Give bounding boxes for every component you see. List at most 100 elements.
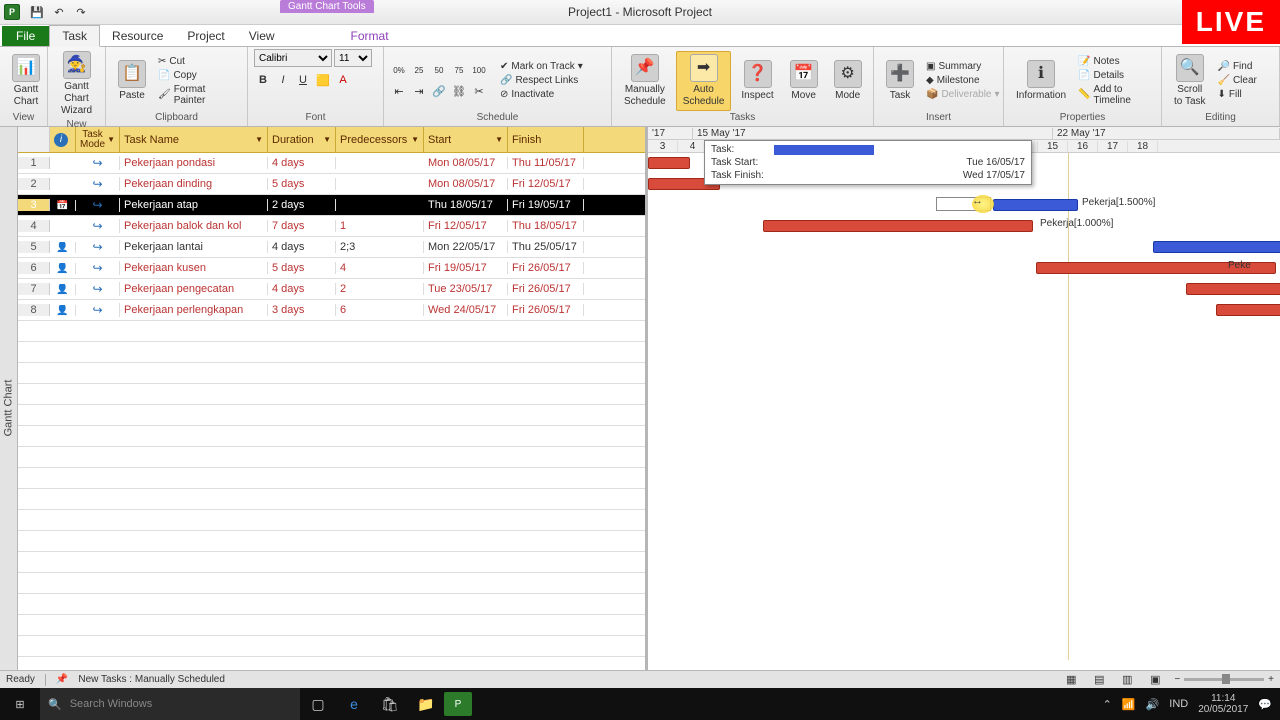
qat-undo-icon[interactable]: ↶ bbox=[50, 3, 68, 21]
format-painter-button[interactable]: 🖌Format Painter bbox=[156, 83, 241, 107]
project-taskbar-icon[interactable]: P bbox=[444, 692, 472, 716]
col-info[interactable]: i bbox=[50, 127, 76, 152]
table-row[interactable]: 3 📅 ↪ Pekerjaan atap 2 days Thu 18/05/17… bbox=[18, 195, 645, 216]
table-row-empty[interactable] bbox=[18, 447, 645, 468]
table-row-empty[interactable] bbox=[18, 363, 645, 384]
scroll-to-task-button[interactable]: 🔍Scroll to Task bbox=[1168, 52, 1212, 110]
pct100-button[interactable]: 100 bbox=[470, 61, 488, 79]
row-name[interactable]: Pekerjaan kusen bbox=[120, 262, 268, 274]
row-finish[interactable]: Thu 11/05/17 bbox=[508, 157, 584, 169]
font-name-select[interactable]: Calibri bbox=[254, 49, 332, 67]
qat-save-icon[interactable]: 💾 bbox=[28, 3, 46, 21]
col-duration[interactable]: Duration▼ bbox=[268, 127, 336, 152]
mode-button[interactable]: ⚙Mode bbox=[828, 58, 868, 104]
row-predecessors[interactable]: 2;3 bbox=[336, 241, 424, 253]
table-row-empty[interactable] bbox=[18, 426, 645, 447]
row-finish[interactable]: Fri 12/05/17 bbox=[508, 178, 584, 190]
row-name[interactable]: Pekerjaan pengecatan bbox=[120, 283, 268, 295]
row-num[interactable]: 2 bbox=[18, 178, 50, 190]
timeline-button[interactable]: 📏Add to Timeline bbox=[1076, 83, 1155, 107]
tab-task[interactable]: Task bbox=[49, 25, 100, 47]
table-row[interactable]: 2 ↪ Pekerjaan dinding 5 days Mon 08/05/1… bbox=[18, 174, 645, 195]
row-start[interactable]: Mon 08/05/17 bbox=[424, 178, 508, 190]
row-finish[interactable]: Fri 26/05/17 bbox=[508, 262, 584, 274]
unlink-button[interactable]: ⛓ bbox=[450, 82, 468, 100]
pct0-button[interactable]: 0% bbox=[390, 61, 408, 79]
row-num[interactable]: 5 bbox=[18, 241, 50, 253]
bar-task-7[interactable] bbox=[1186, 283, 1280, 295]
row-name[interactable]: Pekerjaan lantai bbox=[120, 241, 268, 253]
row-start[interactable]: Thu 18/05/17 bbox=[424, 199, 508, 211]
zoom-out-icon[interactable]: − bbox=[1174, 674, 1180, 685]
tray-up-icon[interactable]: ⌃ bbox=[1103, 698, 1112, 711]
zoom-slider[interactable]: − + bbox=[1174, 674, 1274, 685]
row-duration[interactable]: 3 days bbox=[268, 304, 336, 316]
table-row-empty[interactable] bbox=[18, 384, 645, 405]
fill-button[interactable]: ⬇Fill bbox=[1216, 88, 1259, 101]
deliverable-button[interactable]: 📦Deliverable ▾ bbox=[924, 88, 1002, 101]
inactivate-button[interactable]: ⊘Inactivate bbox=[498, 88, 585, 101]
paste-button[interactable]: 📋Paste bbox=[112, 58, 152, 104]
col-start[interactable]: Start▼ bbox=[424, 127, 508, 152]
edge-icon[interactable]: e bbox=[336, 696, 372, 712]
row-num[interactable]: 8 bbox=[18, 304, 50, 316]
pct50-button[interactable]: 50 bbox=[430, 61, 448, 79]
col-name[interactable]: Task Name▼ bbox=[120, 127, 268, 152]
row-finish[interactable]: Fri 26/05/17 bbox=[508, 283, 584, 295]
row-finish[interactable]: Fri 26/05/17 bbox=[508, 304, 584, 316]
underline-button[interactable]: U bbox=[294, 71, 312, 89]
start-button[interactable]: ⊞ bbox=[0, 698, 40, 711]
col-select-all[interactable] bbox=[18, 127, 50, 152]
explorer-icon[interactable]: 📁 bbox=[408, 696, 444, 713]
mark-on-track-button[interactable]: ✔Mark on Track ▾ bbox=[498, 60, 585, 73]
split-button[interactable]: ✂ bbox=[470, 82, 488, 100]
table-row-empty[interactable] bbox=[18, 636, 645, 657]
milestone-button[interactable]: ◆Milestone bbox=[924, 74, 1002, 87]
bold-button[interactable]: B bbox=[254, 71, 272, 89]
summary-button[interactable]: ▣Summary bbox=[924, 60, 1002, 73]
row-start[interactable]: Tue 23/05/17 bbox=[424, 283, 508, 295]
details-button[interactable]: 📄Details bbox=[1076, 69, 1155, 82]
row-finish[interactable]: Thu 18/05/17 bbox=[508, 220, 584, 232]
indent-button[interactable]: ⇥ bbox=[410, 82, 428, 100]
table-row[interactable]: 1 ↪ Pekerjaan pondasi 4 days Mon 08/05/1… bbox=[18, 153, 645, 174]
table-row-empty[interactable] bbox=[18, 468, 645, 489]
task-view-icon[interactable]: ▢ bbox=[300, 696, 336, 713]
inspect-button[interactable]: ❓Inspect bbox=[735, 58, 779, 104]
table-row-empty[interactable] bbox=[18, 342, 645, 363]
row-finish[interactable]: Thu 25/05/17 bbox=[508, 241, 584, 253]
table-row-empty[interactable] bbox=[18, 405, 645, 426]
table-row-empty[interactable] bbox=[18, 510, 645, 531]
task-button[interactable]: ➕Task bbox=[880, 58, 920, 104]
search-box[interactable]: 🔍Search Windows bbox=[40, 688, 300, 720]
tab-project[interactable]: Project bbox=[175, 26, 236, 46]
view-usage-icon[interactable]: ▤ bbox=[1090, 671, 1108, 689]
find-button[interactable]: 🔎Find bbox=[1216, 60, 1259, 73]
row-duration[interactable]: 5 days bbox=[268, 178, 336, 190]
pct25-button[interactable]: 25 bbox=[410, 61, 428, 79]
row-name[interactable]: Pekerjaan balok dan kol bbox=[120, 220, 268, 232]
bar-task-8[interactable] bbox=[1216, 304, 1280, 316]
table-row-empty[interactable] bbox=[18, 573, 645, 594]
row-duration[interactable]: 4 days bbox=[268, 157, 336, 169]
row-num[interactable]: 1 bbox=[18, 157, 50, 169]
row-num[interactable]: 4 bbox=[18, 220, 50, 232]
row-finish[interactable]: Fri 19/05/17 bbox=[508, 199, 584, 211]
tab-file[interactable]: File bbox=[2, 26, 49, 46]
row-start[interactable]: Fri 12/05/17 bbox=[424, 220, 508, 232]
row-duration[interactable]: 4 days bbox=[268, 241, 336, 253]
manually-schedule-button[interactable]: 📌Manually Schedule bbox=[618, 52, 672, 110]
bar-task-1[interactable] bbox=[648, 157, 690, 169]
table-row[interactable]: 4 ↪ Pekerjaan balok dan kol 7 days 1 Fri… bbox=[18, 216, 645, 237]
row-start[interactable]: Wed 24/05/17 bbox=[424, 304, 508, 316]
row-name[interactable]: Pekerjaan atap bbox=[120, 199, 268, 211]
col-predecessors[interactable]: Predecessors▼ bbox=[336, 127, 424, 152]
tray-notifications-icon[interactable]: 💬 bbox=[1258, 698, 1272, 711]
table-row-empty[interactable] bbox=[18, 552, 645, 573]
row-duration[interactable]: 7 days bbox=[268, 220, 336, 232]
store-icon[interactable]: 🛍 bbox=[372, 696, 408, 713]
tray-network-icon[interactable]: 📶 bbox=[1122, 698, 1136, 711]
zoom-in-icon[interactable]: + bbox=[1268, 674, 1274, 685]
row-num[interactable]: 6 bbox=[18, 262, 50, 274]
auto-schedule-button[interactable]: ➡Auto Schedule bbox=[676, 51, 732, 111]
